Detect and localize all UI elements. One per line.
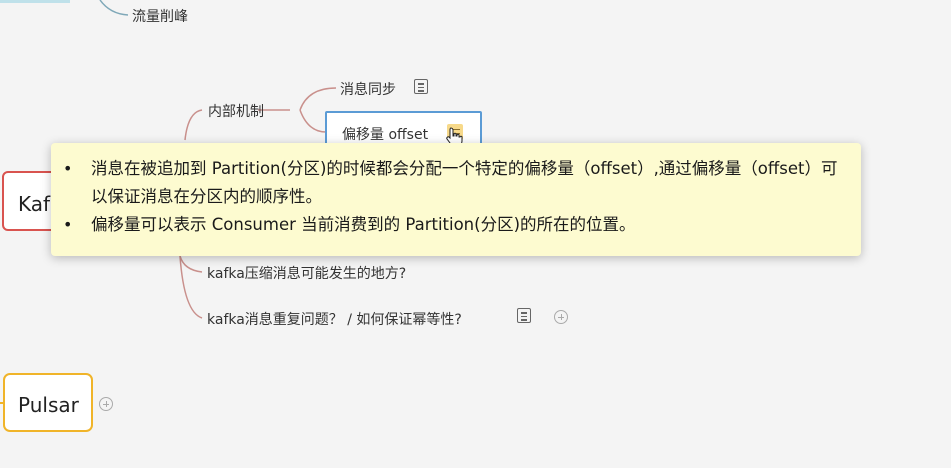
note-list: 消息在被追加到 Partition(分区)的时候都会分配一个特定的偏移量（off… xyxy=(51,143,861,239)
kafka-node-label: Kaf xyxy=(18,192,51,216)
note-icon[interactable] xyxy=(517,308,531,323)
pulsar-topic-node[interactable]: Pulsar xyxy=(3,373,93,432)
topic-label: kafka压缩消息可能发生的地方? xyxy=(207,266,407,282)
topic-label: 流量削峰 xyxy=(132,9,188,25)
expand-plus-icon[interactable] xyxy=(99,397,113,411)
note-icon[interactable] xyxy=(414,79,428,94)
note-tooltip: 消息在被追加到 Partition(分区)的时候都会分配一个特定的偏移量（off… xyxy=(51,143,861,256)
topic-message-sync[interactable]: 消息同步 xyxy=(340,79,396,99)
topic-label: 偏移量 offset xyxy=(342,127,429,143)
topic-label: 内部机制 xyxy=(208,104,264,120)
note-item: 消息在被追加到 Partition(分区)的时候都会分配一个特定的偏移量（off… xyxy=(63,155,841,211)
topic-label: 消息同步 xyxy=(340,82,396,98)
expand-plus-icon[interactable] xyxy=(554,310,568,324)
topic-label: kafka消息重复问题？ / 如何保证幂等性? xyxy=(207,312,462,328)
topic-internal-mechanism[interactable]: 内部机制 xyxy=(208,101,264,121)
note-item: 偏移量可以表示 Consumer 当前消费到的 Partition(分区)的所在… xyxy=(63,211,841,239)
topic-traffic-peak-shaving[interactable]: 流量削峰 xyxy=(132,6,188,26)
pulsar-node-label: Pulsar xyxy=(18,393,79,417)
topic-kafka-duplicate[interactable]: kafka消息重复问题？ / 如何保证幂等性? xyxy=(207,309,462,329)
topic-kafka-compress[interactable]: kafka压缩消息可能发生的地方? xyxy=(207,263,406,283)
